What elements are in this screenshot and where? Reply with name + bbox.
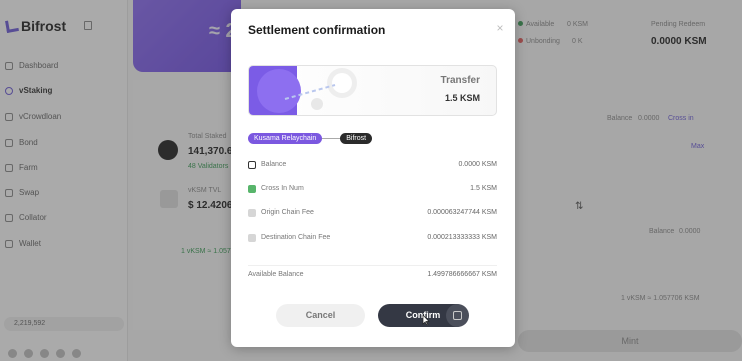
available-balance-value: 1.499786666667 KSM xyxy=(427,271,497,278)
close-icon[interactable]: × xyxy=(495,22,505,34)
row-value: 0.000063247744 KSM xyxy=(427,209,497,216)
transfer-card: Transfer 1.5 KSM xyxy=(248,65,497,116)
minus-icon xyxy=(248,234,256,242)
modal-title: Settlement confirmation xyxy=(248,23,386,37)
row-value: 0.000213333333 KSM xyxy=(427,234,497,241)
row-balance: Balance 0.0000 KSM xyxy=(248,160,497,172)
transfer-illustration xyxy=(249,66,357,115)
balance-icon xyxy=(248,161,256,169)
mouse-cursor-icon xyxy=(422,315,430,325)
chain-route: Kusama Relaychain Bifrost xyxy=(248,133,373,144)
row-label: Balance xyxy=(261,161,287,168)
row-label: Cross In Num xyxy=(261,185,304,192)
chain-to-badge: Bifrost xyxy=(340,133,373,144)
scan-button[interactable] xyxy=(446,304,469,327)
transfer-label: Transfer xyxy=(440,75,480,86)
row-available-balance: Available Balance 1.499786666667 KSM xyxy=(248,270,497,282)
row-label: Destination Chain Fee xyxy=(261,234,331,241)
scan-icon xyxy=(453,311,462,320)
row-value: 1.5 KSM xyxy=(470,185,497,192)
cancel-button[interactable]: Cancel xyxy=(276,304,365,327)
row-cross-in-num: Cross In Num 1.5 KSM xyxy=(248,184,497,196)
row-destination-chain-fee: Destination Chain Fee 0.000213333333 KSM xyxy=(248,233,497,245)
transfer-amount: 1.5 KSM xyxy=(444,93,480,103)
divider xyxy=(248,265,497,266)
available-balance-label: Available Balance xyxy=(248,271,304,278)
row-origin-chain-fee: Origin Chain Fee 0.000063247744 KSM xyxy=(248,208,497,220)
row-value: 0.0000 KSM xyxy=(458,161,497,168)
settlement-modal: Settlement confirmation × Transfer 1.5 K… xyxy=(231,9,515,347)
plus-icon xyxy=(248,185,256,193)
minus-icon xyxy=(248,209,256,217)
route-connector xyxy=(322,138,341,139)
row-label: Origin Chain Fee xyxy=(261,209,314,216)
chain-from-badge: Kusama Relaychain xyxy=(248,133,323,144)
